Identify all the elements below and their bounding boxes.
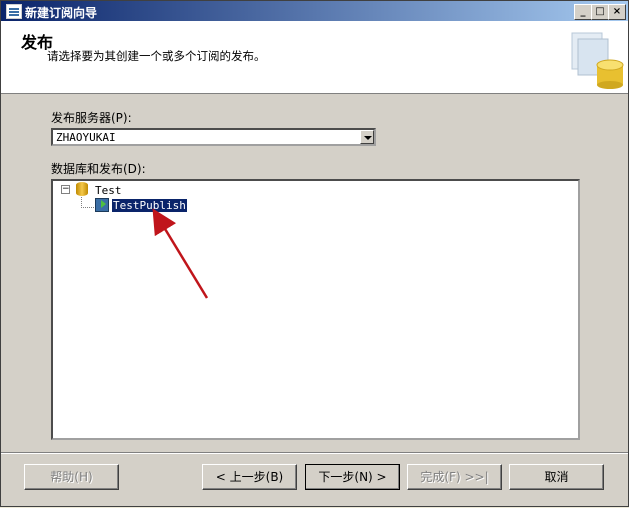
back-button[interactable]: < 上一步(B) [202, 464, 297, 490]
wizard-window: 新建订阅向导 _ □ × 发布 请选择要为其创建一个或多个订阅的发布。 发布服务… [0, 0, 629, 507]
footer-divider [1, 452, 628, 454]
finish-button[interactable]: 完成(F) >>| [407, 464, 502, 490]
next-button[interactable]: 下一步(N) > [305, 464, 400, 490]
help-button[interactable]: 帮助(H) [24, 464, 119, 490]
annotation-arrow [152, 208, 209, 299]
cancel-button[interactable]: 取消 [509, 464, 604, 490]
